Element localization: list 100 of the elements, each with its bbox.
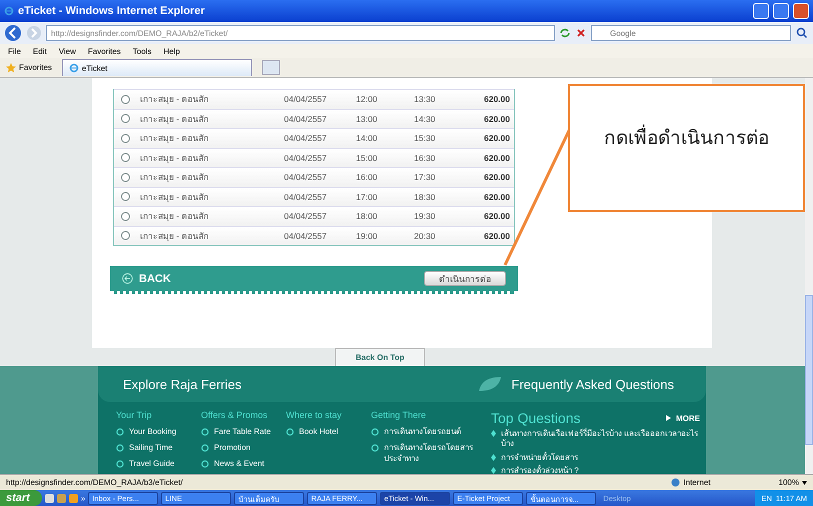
route-cell-text: เกาะสมุย - ดอนสัก: [140, 132, 210, 146]
star-icon: [6, 62, 16, 72]
date-cell-text: 04/04/2557: [284, 172, 328, 182]
depart-time-cell-text: 13:00: [356, 114, 378, 124]
close-button[interactable]: [793, 3, 809, 19]
radio-button[interactable]: [121, 172, 130, 182]
footer-link[interactable]: Travel Guide: [116, 458, 201, 470]
depart-time-cell-text: 15:00: [356, 152, 378, 163]
footer-link[interactable]: Fare Table Rate: [201, 427, 286, 438]
depart-time-cell-text: 16:00: [356, 172, 378, 182]
footer-link[interactable]: Sailing Time: [116, 442, 201, 454]
radio-button[interactable]: [121, 114, 130, 124]
arrive-time-cell-text: 13:30: [414, 94, 436, 104]
menu-item[interactable]: File: [8, 46, 21, 56]
window-title: eTicket - Windows Internet Explorer: [18, 5, 206, 17]
back-icon[interactable]: [4, 24, 22, 42]
arrive-time-cell-text: 20:30: [414, 230, 436, 241]
date-cell-text: 04/04/2557: [284, 133, 328, 144]
date-cell-text: 04/04/2557: [284, 192, 328, 202]
route-cell-text: เกาะสมุย - ดอนสัก: [140, 152, 210, 165]
back-circle-icon: [122, 273, 133, 284]
trip-row[interactable]: เกาะสมุย - ดอนสัก 04/04/2557 13:00 14:30 620.00: [114, 108, 514, 128]
minimize-button[interactable]: [753, 3, 769, 19]
trip-row[interactable]: เกาะสมุย - ดอนสัก 04/04/2557 18:00 19:30 620.00: [114, 206, 514, 226]
footer-link[interactable]: Your Booking: [116, 427, 201, 438]
ie-logo-icon: [4, 6, 14, 16]
new-tab-button[interactable]: [262, 60, 280, 75]
price-cell-text: 620.00: [483, 152, 510, 163]
footer-link[interactable]: การเดินทางโดยรถโดยสารประจำทาง: [371, 442, 491, 464]
column-heading: Offers & Promos: [201, 410, 268, 420]
menu-item[interactable]: Favorites: [88, 46, 121, 56]
menu-item[interactable]: Tools: [132, 46, 152, 56]
ie-logo-icon: [68, 63, 79, 73]
more-link[interactable]: MORE: [666, 414, 700, 422]
footer-link[interactable]: News & Event: [201, 458, 286, 470]
date-cell-text: 04/04/2557: [284, 94, 328, 104]
explore-title: Explore Raja Ferries: [123, 376, 242, 392]
arrive-time-cell-text: 14:30: [414, 114, 436, 124]
column-heading: Your Trip: [116, 410, 153, 420]
route-cell-text: เกาะสมุย - ดอนสัก: [140, 190, 210, 204]
depart-time-cell-text: 18:00: [356, 211, 378, 222]
trip-row[interactable]: เกาะสมุย - ดอนสัก 04/04/2557 12:00 13:30 620.00: [114, 89, 514, 108]
menu-item[interactable]: View: [58, 46, 76, 56]
menu-item[interactable]: Help: [163, 46, 180, 56]
leaf-icon: [477, 377, 502, 391]
footer-link[interactable]: การเดินทางโดยรถยนต์: [371, 427, 491, 438]
price-cell-text: 620.00: [483, 211, 510, 222]
zoom-level[interactable]: 100%: [778, 478, 807, 487]
scroll-thumb[interactable]: [805, 295, 813, 445]
maximize-button[interactable]: [773, 3, 789, 19]
radio-button[interactable]: [121, 192, 130, 202]
arrive-time-cell-text: 18:30: [414, 192, 436, 202]
triangle-icon: [666, 414, 671, 420]
column-heading: Where to stay: [286, 410, 343, 420]
favorites-button[interactable]: Favorites: [6, 62, 52, 72]
more-chevron[interactable]: »: [80, 494, 86, 502]
footer-link[interactable]: Promotion: [201, 442, 286, 454]
question-link[interactable]: การสำรองตั๋วล่วงหน้า ?: [491, 466, 700, 474]
status-url: http://designsfinder.com/DEMO_RAJA/b3/eTicket/: [6, 478, 184, 487]
price-cell-text: 620.00: [483, 114, 510, 124]
radio-button[interactable]: [121, 153, 130, 162]
date-cell-text: 04/04/2557: [284, 114, 328, 124]
back-on-top-button[interactable]: Back On Top: [335, 348, 425, 366]
security-zone: Internet: [671, 478, 711, 487]
arrive-time-cell-text: 19:30: [414, 211, 436, 222]
browser-tab[interactable]: eTicket: [62, 59, 252, 76]
globe-icon: [671, 478, 680, 487]
continue-button[interactable]: ดำเนินการต่อ: [424, 271, 506, 286]
address-field[interactable]: http://designsfinder.com/DEMO_RAJA/b2/eTicket/: [46, 25, 555, 41]
stop-icon[interactable]: [575, 27, 587, 39]
price-cell-text: 620.00: [483, 172, 510, 182]
date-cell-text: 04/04/2557: [284, 211, 328, 222]
top-questions-title: Top Questions: [491, 410, 580, 426]
radio-button[interactable]: [121, 231, 130, 240]
price-cell-text: 620.00: [483, 133, 510, 144]
faq-title: Frequently Asked Questions: [511, 376, 674, 392]
footer-link[interactable]: Book Hotel: [286, 427, 371, 438]
search-icon[interactable]: [795, 26, 809, 40]
callout-note: กดเพื่อดำเนินการต่อ: [568, 84, 805, 212]
radio-button[interactable]: [121, 134, 130, 143]
trip-row[interactable]: เกาะสมุย - ดอนสัก 04/04/2557 19:00 20:30 620.00: [114, 226, 514, 245]
trip-row[interactable]: เกาะสมุย - ดอนสัก 04/04/2557 17:00 18:30 620.00: [114, 186, 514, 206]
price-cell-text: 620.00: [483, 192, 510, 202]
route-cell-text: เกาะสมุย - ดอนสัก: [140, 93, 210, 106]
start-button[interactable]: start: [0, 490, 42, 506]
trip-row[interactable]: เกาะสมุย - ดอนสัก 04/04/2557 15:00 16:30 620.00: [114, 148, 514, 167]
refresh-icon[interactable]: [559, 27, 571, 39]
menu-item[interactable]: Edit: [32, 46, 47, 56]
depart-time-cell-text: 19:00: [356, 230, 378, 241]
trip-row[interactable]: เกาะสมุย - ดอนสัก 04/04/2557 16:00 17:30 620.00: [114, 167, 514, 186]
radio-button[interactable]: [121, 212, 130, 221]
trip-row[interactable]: เกาะสมุย - ดอนสัก 04/04/2557 14:00 15:30 620.00: [114, 128, 514, 148]
search-field[interactable]: Google: [591, 25, 791, 41]
question-link[interactable]: เส้นทางการเดินเรือเฟอร์รี่มีอะไรบ้าง และเรือออกเวลาอะไรบ้าง: [491, 429, 700, 450]
back-button[interactable]: BACK: [122, 272, 171, 284]
arrive-time-cell-text: 17:30: [414, 172, 436, 182]
question-link[interactable]: การจำหน่ายตั๋วโดยสาร: [491, 452, 700, 464]
date-cell-text: 04/04/2557: [284, 152, 328, 163]
radio-button[interactable]: [121, 94, 130, 104]
price-cell-text: 620.00: [483, 94, 510, 104]
